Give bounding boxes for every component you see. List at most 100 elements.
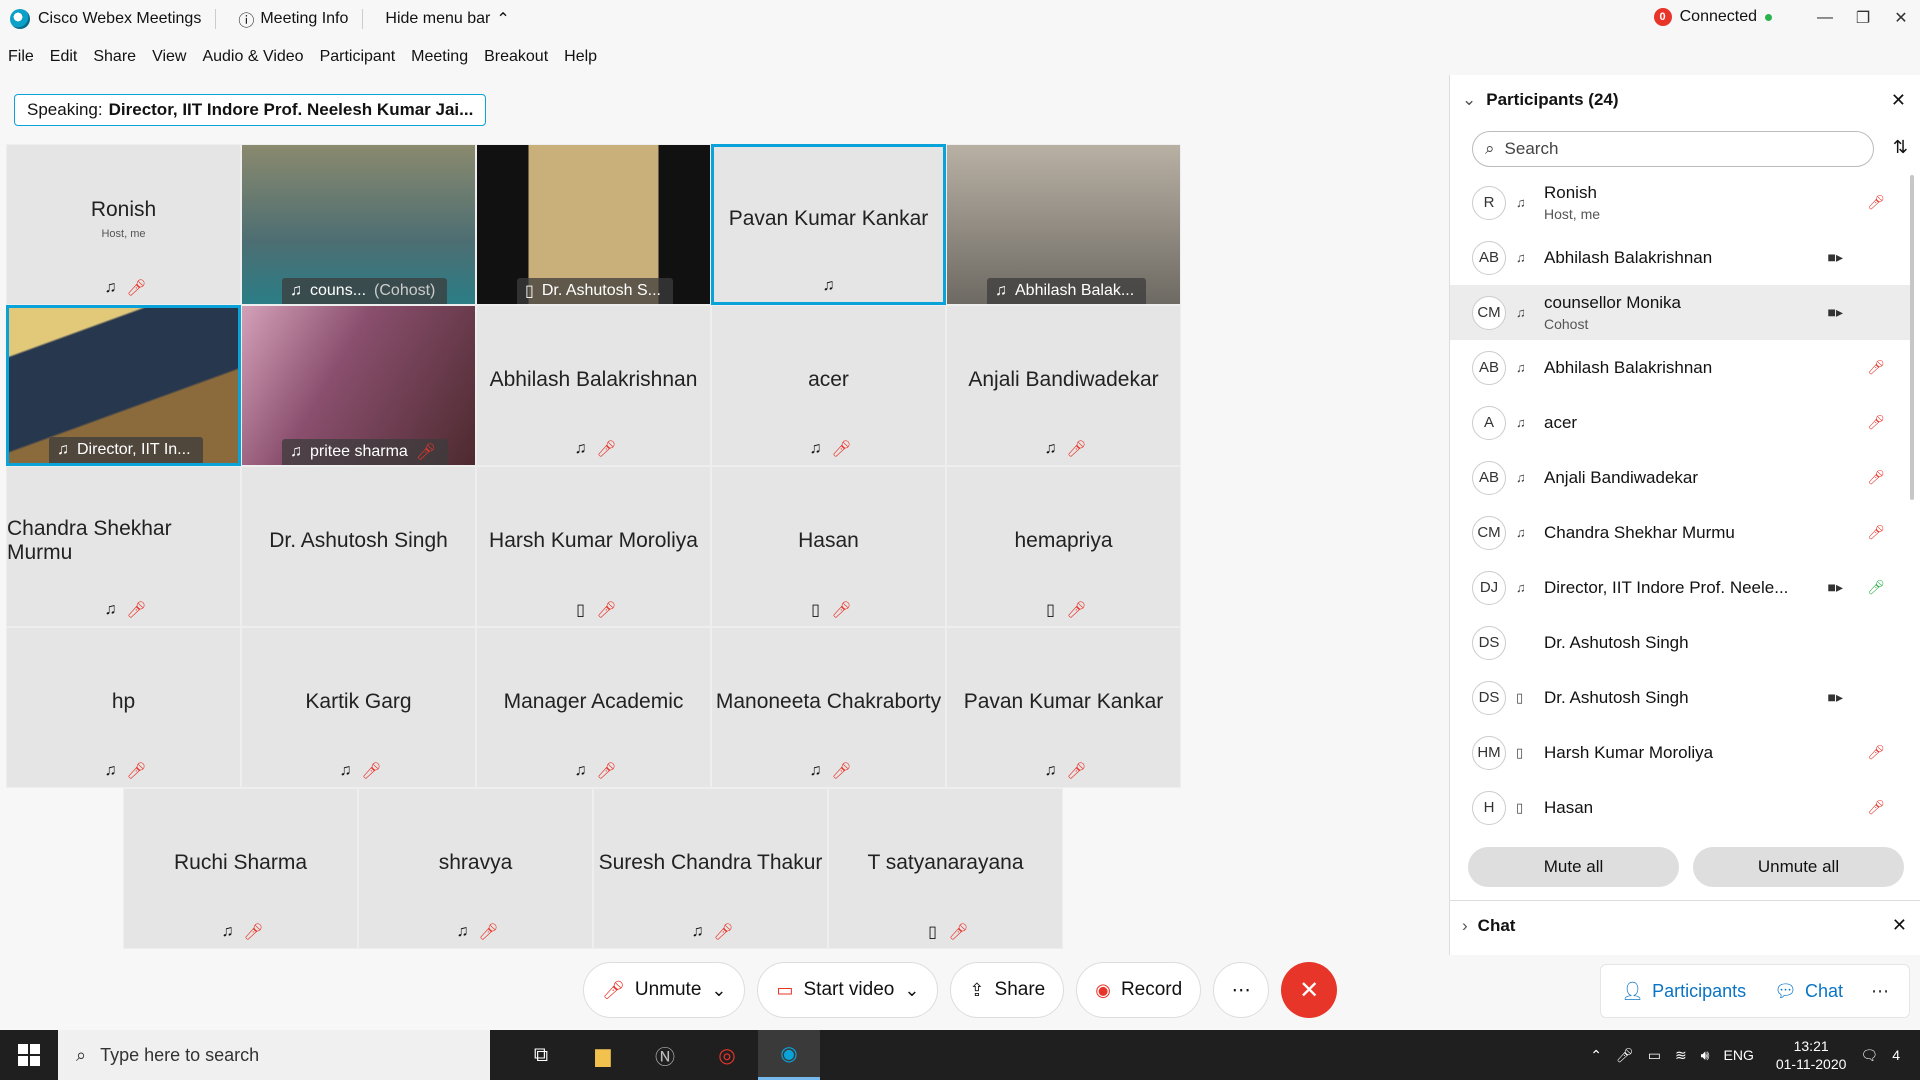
participant-tile[interactable]: Manager Academic ♫ 🎤︎ [476, 627, 711, 788]
volume-icon[interactable]: 🔊︎ [1701, 1047, 1710, 1064]
unmute-button[interactable]: 🎤︎ Unmute ⌄ [583, 962, 746, 1018]
list-item[interactable]: AB ♫ Abhilash Balakrishnan 🎤︎ [1450, 340, 1913, 395]
participant-tile[interactable]: Suresh Chandra Thakur ♫ 🎤︎ [593, 788, 828, 949]
maximize-icon[interactable]: ❐ [1844, 0, 1882, 36]
participant-tile[interactable]: Hasan ▯ 🎤︎ [711, 466, 946, 627]
tile-name: Harsh Kumar Moroliya [489, 528, 698, 552]
share-button[interactable]: ⇪ Share [950, 962, 1065, 1018]
participant-tile[interactable]: Ronish Host, me ♫ 🎤︎ [6, 144, 241, 305]
connection-status[interactable]: 0 Connected [1653, 8, 1772, 26]
start-button[interactable] [0, 1030, 58, 1080]
meeting-info-button[interactable]: ⓘ Meeting Info [238, 7, 348, 31]
list-item[interactable]: A ♫ acer 🎤︎ [1450, 395, 1913, 450]
list-item[interactable]: AB ♫ Abhilash Balakrishnan ■▸ [1450, 230, 1913, 285]
list-item[interactable]: HM ▯ Harsh Kumar Moroliya 🎤︎ [1450, 725, 1913, 780]
menu-file[interactable]: File [8, 48, 34, 66]
minimize-icon[interactable]: — [1806, 0, 1844, 36]
close-icon[interactable]: ✕ [1891, 90, 1906, 111]
participant-tile[interactable]: Dr. Ashutosh Singh [241, 466, 476, 627]
mute-all-button[interactable]: Mute all [1468, 847, 1679, 887]
mic-active-icon[interactable]: 🎤︎ [1867, 579, 1885, 596]
sort-icon[interactable]: ⇅ [1893, 137, 1908, 158]
wifi-icon[interactable]: ≋ [1675, 1047, 1687, 1064]
participant-tile[interactable]: Pavan Kumar Kankar ♫ 🎤︎ [946, 627, 1181, 788]
participant-tile[interactable]: Anjali Bandiwadekar ♫ 🎤︎ [946, 305, 1181, 466]
more-tabs-button[interactable]: ⋯ [1861, 981, 1899, 1002]
participant-tile[interactable]: Kartik Garg ♫ 🎤︎ [241, 627, 476, 788]
participants-tab[interactable]: 👤︎ Participants [1611, 981, 1756, 1002]
menu-audio-video[interactable]: Audio & Video [202, 48, 303, 66]
record-button[interactable]: ◉ Record [1076, 962, 1202, 1018]
mic-muted-icon[interactable]: 🎤︎ [1867, 469, 1885, 486]
participant-search-input[interactable]: ⌕ Search [1472, 131, 1874, 167]
participant-tile[interactable]: hemapriya ▯ 🎤︎ [946, 466, 1181, 627]
menu-help[interactable]: Help [564, 48, 597, 66]
language-indicator[interactable]: ENG [1724, 1047, 1754, 1063]
tile-name: hemapriya [1014, 528, 1113, 552]
close-icon[interactable]: ✕ [1882, 0, 1920, 36]
participants-header[interactable]: ⌄ Participants (24) ✕ [1450, 75, 1920, 125]
close-icon[interactable]: ✕ [1892, 915, 1907, 936]
list-item[interactable]: DS Dr. Ashutosh Singh [1450, 615, 1913, 670]
list-item[interactable]: DS ▯ Dr. Ashutosh Singh ■▸ [1450, 670, 1913, 725]
taskbar-search[interactable]: ⌕ Type here to search [58, 1030, 490, 1080]
mic-muted-icon[interactable]: 🎤︎ [1867, 524, 1885, 541]
chevron-right-icon[interactable]: › [1462, 916, 1468, 936]
participant-video-tile[interactable]: ♫ couns... (Cohost) [241, 144, 476, 305]
participant-tile[interactable]: Ruchi Sharma ♫ 🎤︎ [123, 788, 358, 949]
file-explorer-icon[interactable]: ▆ [572, 1030, 634, 1080]
list-item[interactable]: H ▯ Hasan 🎤︎ [1450, 780, 1913, 835]
chevron-up-icon[interactable]: ⌃ [1590, 1047, 1602, 1064]
chevron-down-icon[interactable]: ⌄ [904, 980, 919, 1001]
participant-tile[interactable]: shravya ♫ 🎤︎ [358, 788, 593, 949]
list-item[interactable]: CM ♫ Chandra Shekhar Murmu 🎤︎ [1450, 505, 1913, 560]
mic-muted-icon[interactable]: 🎤︎ [1867, 359, 1885, 376]
notification-icon[interactable]: 🗨︎ [1860, 1047, 1878, 1064]
participant-tile[interactable]: Manoneeta Chakraborty ♫ 🎤︎ [711, 627, 946, 788]
participant-video-tile[interactable]: ♫ pritee sharma 🎤︎ [241, 305, 476, 466]
participant-tile[interactable]: Abhilash Balakrishnan ♫ 🎤︎ [476, 305, 711, 466]
chevron-down-icon[interactable]: ⌄ [1462, 90, 1476, 110]
leave-meeting-button[interactable]: ✕ [1281, 962, 1338, 1018]
mic-muted-icon[interactable]: 🎤︎ [1867, 414, 1885, 431]
chat-header[interactable]: › Chat ✕ [1450, 900, 1920, 950]
list-item[interactable]: DJ ♫ Director, IIT Indore Prof. Neele...… [1450, 560, 1913, 615]
hide-menu-button[interactable]: Hide menu bar ⌃ [385, 9, 509, 29]
menu-participant[interactable]: Participant [320, 48, 396, 66]
avatar: CM [1472, 295, 1506, 330]
menu-meeting[interactable]: Meeting [411, 48, 468, 66]
microphone-icon[interactable]: 🎤︎ [1616, 1047, 1634, 1064]
list-item[interactable]: CM ♫ counsellor Monika Cohost ■▸ [1450, 285, 1913, 340]
chat-tab[interactable]: 💬︎ Chat [1764, 981, 1853, 1002]
participant-tile[interactable]: T satyanarayana ▯ 🎤︎ [828, 788, 1063, 949]
menu-edit[interactable]: Edit [50, 48, 78, 66]
chrome-icon[interactable]: ◎ [696, 1030, 758, 1080]
video-camera-icon: ■▸ [1827, 579, 1843, 595]
app-n-icon[interactable]: Ⓝ [634, 1030, 696, 1080]
clock[interactable]: 13:21 01-11-2020 [1776, 1037, 1847, 1073]
participant-video-tile[interactable]: ▯ Dr. Ashutosh S... [476, 144, 711, 305]
menu-share[interactable]: Share [93, 48, 136, 66]
menu-breakout[interactable]: Breakout [484, 48, 548, 66]
webex-taskbar-icon[interactable]: ◉ [758, 1030, 820, 1080]
task-view-icon[interactable]: ⧉ [510, 1030, 572, 1080]
mic-muted-icon[interactable]: 🎤︎ [1867, 744, 1885, 761]
participant-tile[interactable]: acer ♫ 🎤︎ [711, 305, 946, 466]
unmute-all-button[interactable]: Unmute all [1693, 847, 1904, 887]
more-options-button[interactable]: ⋯ [1213, 962, 1270, 1018]
participant-tile[interactable]: hp ♫ 🎤︎ [6, 627, 241, 788]
chevron-down-icon[interactable]: ⌄ [711, 980, 726, 1001]
mic-muted-icon[interactable]: 🎤︎ [1867, 799, 1885, 816]
scrollbar[interactable] [1910, 175, 1914, 500]
mic-muted-icon[interactable]: 🎤︎ [1867, 194, 1885, 211]
participant-video-tile[interactable]: ♫ Abhilash Balak... [946, 144, 1181, 305]
battery-icon[interactable]: ▭ [1648, 1047, 1661, 1064]
list-item[interactable]: R ♫ Ronish Host, me 🎤︎ [1450, 175, 1913, 230]
participant-tile[interactable]: Harsh Kumar Moroliya ▯ 🎤︎ [476, 466, 711, 627]
participant-tile-active[interactable]: Pavan Kumar Kankar ♫ [711, 144, 946, 305]
participant-video-tile-active[interactable]: ♫ Director, IIT In... [6, 305, 241, 466]
start-video-button[interactable]: ▭ Start video ⌄ [757, 962, 939, 1018]
menu-view[interactable]: View [152, 48, 186, 66]
list-item[interactable]: AB ♫ Anjali Bandiwadekar 🎤︎ [1450, 450, 1913, 505]
participant-tile[interactable]: Chandra Shekhar Murmu ♫ 🎤︎ [6, 466, 241, 627]
